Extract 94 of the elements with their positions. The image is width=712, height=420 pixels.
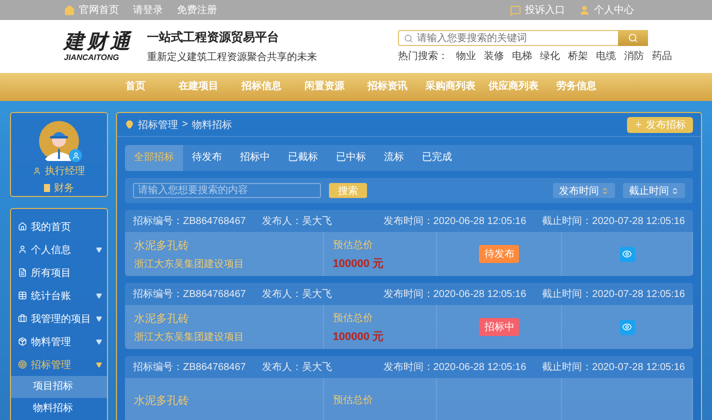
search-button[interactable] <box>618 30 648 46</box>
sort-icon <box>671 186 679 194</box>
submenu-item[interactable]: 项目招标 <box>11 376 107 398</box>
avatar-icon <box>39 121 79 161</box>
table-icon <box>18 291 27 300</box>
top-link[interactable]: 投诉入口 <box>510 3 565 17</box>
person-icon <box>33 167 41 175</box>
top-link[interactable]: 个人中心 <box>579 3 634 17</box>
price-label: 预估总价 <box>332 238 373 252</box>
search-icon <box>404 34 413 42</box>
tab[interactable]: 已完成 <box>413 145 461 171</box>
sort-button[interactable]: 发布时间 <box>553 183 615 198</box>
tab[interactable]: 待发布 <box>183 145 231 171</box>
tender-code: 招标编号：ZB864768467 <box>133 214 246 228</box>
box-icon <box>18 337 27 346</box>
home-icon <box>64 4 75 16</box>
plus-icon <box>634 120 643 129</box>
top-link[interactable]: 免费注册 <box>177 3 217 17</box>
price-label: 预估总价 <box>332 394 373 407</box>
logo-name: 建财通 <box>64 31 133 53</box>
user-badge-icon <box>69 149 82 162</box>
breadcrumb-item: 物料招标 <box>192 118 232 132</box>
caret-icon <box>96 362 102 368</box>
tender-title: 水泥多孔砖 <box>134 312 189 326</box>
submenu-item[interactable]: 物料招标 <box>11 398 107 420</box>
project-name: 浙江大东吴集团建设项目 <box>134 330 244 344</box>
eye-icon <box>622 322 632 332</box>
caret-icon <box>96 246 102 252</box>
view-button[interactable] <box>620 320 635 334</box>
price-value: 100000 元 <box>332 256 384 270</box>
menu-item[interactable]: 物料管理 <box>11 330 107 353</box>
tender-code: 招标编号：ZB864768467 <box>133 288 246 301</box>
tab[interactable]: 已中标 <box>327 145 375 171</box>
breadcrumb-separator: > <box>182 119 188 130</box>
role-label: 执行经理 <box>33 164 85 178</box>
caret-icon <box>96 316 102 322</box>
hot-search-link[interactable]: 消防 <box>624 49 644 63</box>
user-icon <box>579 4 590 16</box>
price-value: 100000 元 <box>332 330 384 344</box>
logo-subtitle: JIANCAITONG <box>64 53 120 62</box>
slogan: 一站式工程资源贸易平台 <box>147 29 280 46</box>
hot-search-link[interactable]: 绿化 <box>540 49 560 63</box>
hot-search-link[interactable]: 药品 <box>652 49 672 63</box>
deadline: 截止时间：2020-07-28 12:05:16 <box>542 288 685 301</box>
tab[interactable]: 招标中 <box>231 145 279 171</box>
target-icon <box>18 360 27 369</box>
breadcrumb-item[interactable]: 招标管理 <box>138 118 178 132</box>
menu-item[interactable]: 所有项目 <box>11 261 107 284</box>
tender-title: 水泥多孔砖 <box>134 238 189 252</box>
search-icon <box>628 33 638 43</box>
pin-icon <box>125 120 134 129</box>
tender-title: 水泥多孔砖 <box>134 394 189 408</box>
publish-time: 发布时间：2020-06-28 12:05:16 <box>383 360 526 374</box>
publisher: 发布人：吴大飞 <box>262 288 332 301</box>
deadline: 截止时间：2020-07-28 12:05:16 <box>542 360 685 374</box>
status-tag: 待发布 <box>479 245 520 263</box>
publisher: 发布人：吴大飞 <box>262 214 332 228</box>
document-icon <box>18 268 27 277</box>
menu-item[interactable]: 我管理的项目 <box>11 307 107 330</box>
menu-item[interactable]: 个人信息 <box>11 238 107 261</box>
eye-icon <box>622 249 632 259</box>
bookmark-icon <box>44 184 50 192</box>
menu-item[interactable]: 招标管理 <box>11 353 107 376</box>
publish-time: 发布时间：2020-06-28 12:05:16 <box>383 288 526 301</box>
caret-icon <box>96 292 102 298</box>
hot-search-link[interactable]: 物业 <box>456 49 476 63</box>
tagline: 重新定义建筑工程资源聚合共享的未来 <box>147 50 317 64</box>
sort-button[interactable]: 截止时间 <box>623 183 685 198</box>
briefcase-icon <box>18 314 27 323</box>
publish-time: 发布时间：2020-06-28 12:05:16 <box>383 214 526 228</box>
project-name: 浙江大东吴集团建设项目 <box>134 258 244 270</box>
price-label: 预估总价 <box>332 312 373 324</box>
caret-icon <box>96 338 102 344</box>
message-icon <box>510 4 521 16</box>
sort-icon <box>601 186 609 194</box>
status-tag: 招标中 <box>479 318 520 336</box>
hot-search-label: 热门搜索： <box>398 50 448 63</box>
home-icon <box>18 222 27 231</box>
deadline: 截止时间：2020-07-28 12:05:16 <box>542 214 685 228</box>
person-icon <box>18 245 27 254</box>
hot-search-link[interactable]: 桥架 <box>568 49 588 63</box>
menu-item[interactable]: 我的首页 <box>11 215 107 238</box>
hot-search-link[interactable]: 电缆 <box>596 49 616 63</box>
hot-search-link[interactable]: 电梯 <box>512 49 532 63</box>
view-button[interactable] <box>620 246 635 262</box>
hot-search-link[interactable]: 装修 <box>484 49 504 63</box>
tab[interactable]: 已截标 <box>279 145 327 171</box>
tender-code: 招标编号：ZB864768467 <box>133 360 246 374</box>
menu-item[interactable]: 统计台账 <box>11 284 107 307</box>
tab[interactable]: 流标 <box>375 145 413 171</box>
top-link[interactable]: 请登录 <box>133 3 163 17</box>
role-label: 财务 <box>44 181 74 195</box>
top-link[interactable]: 官网首页 <box>64 3 119 17</box>
publisher: 发布人：吴大飞 <box>262 360 332 374</box>
